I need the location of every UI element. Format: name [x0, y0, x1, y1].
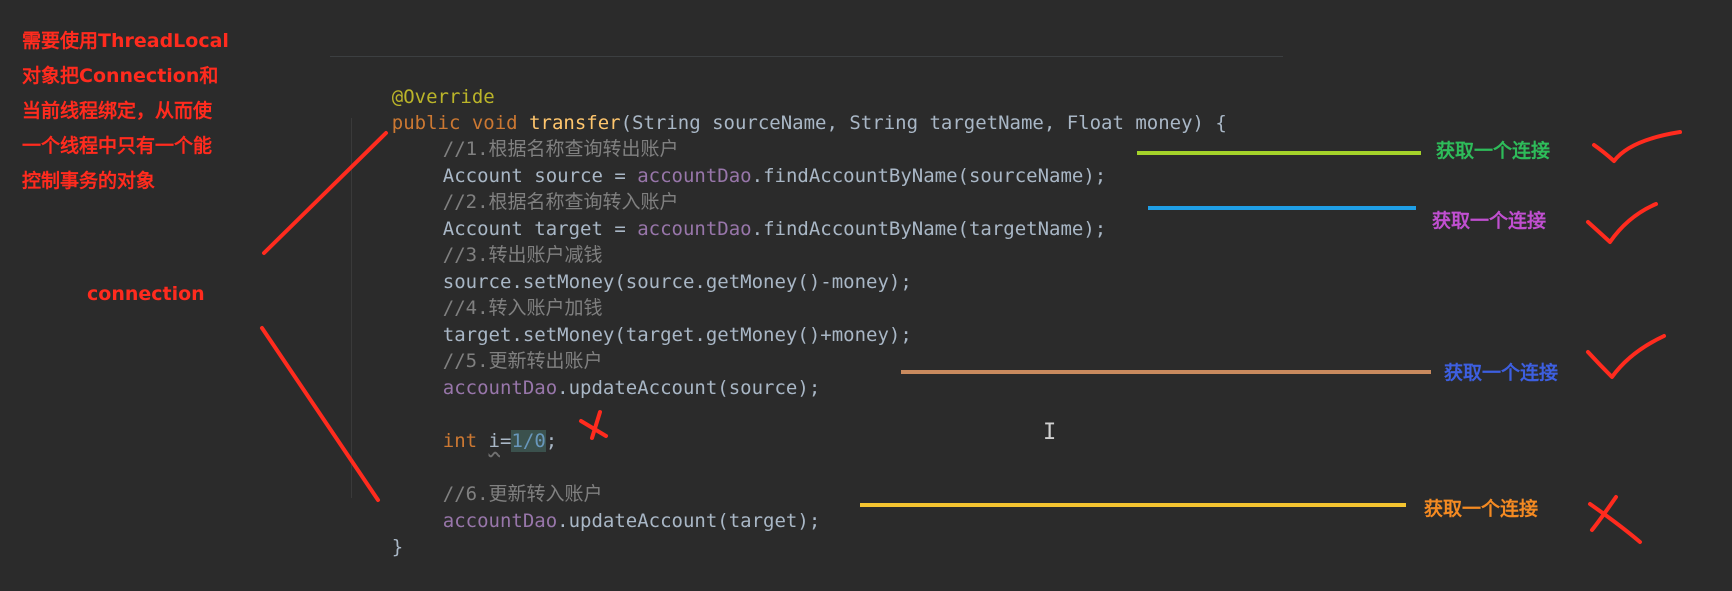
connection-bracket-bottom-stroke — [260, 326, 380, 502]
check-mark-icon — [1586, 202, 1658, 244]
check-mark-icon — [1586, 334, 1666, 379]
cross-mark-icon — [1588, 495, 1642, 544]
hand-drawn-marks — [260, 130, 1682, 544]
cross-mark-icon — [579, 410, 608, 440]
check-mark-icon — [1592, 130, 1682, 163]
connection-bracket-top-stroke — [262, 131, 388, 255]
